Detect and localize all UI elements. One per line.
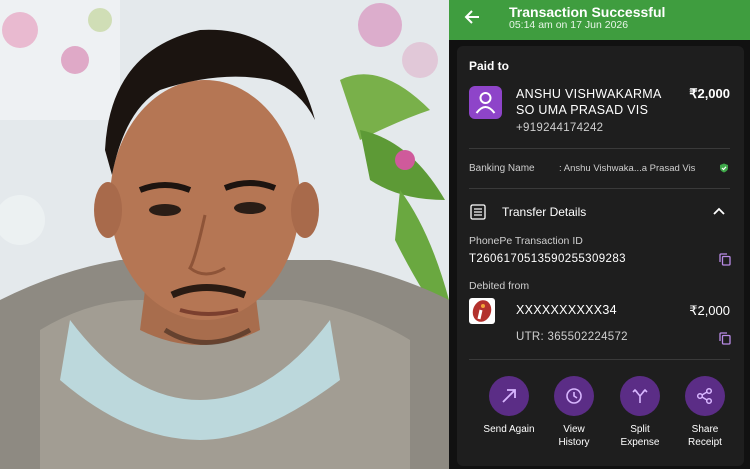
profile-photo [0, 0, 449, 469]
divider [469, 359, 730, 360]
send-again-button[interactable]: Send Again [477, 376, 541, 436]
transaction-id: T2606170513590255309283 [469, 253, 626, 265]
clock-icon [566, 388, 582, 404]
action-label-2: Receipt [688, 437, 722, 448]
back-arrow-icon[interactable] [463, 8, 481, 26]
transfer-details-toggle[interactable]: Transfer Details [502, 205, 586, 219]
verified-icon [720, 163, 728, 173]
copy-icon[interactable] [719, 332, 731, 345]
banking-name-value: : Anshu Vishwaka...a Prasad Vis [559, 163, 696, 174]
header-bar: Transaction Successful 05:14 am on 17 Ju… [449, 0, 750, 40]
payee-name: ANSHU VISHWAKARMA SO UMA PRASAD VIS [516, 86, 676, 118]
transaction-id-label: PhonePe Transaction ID [469, 235, 583, 247]
payee-amount: ₹2,000 [689, 86, 730, 101]
split-expense-button[interactable]: Split Expense [608, 376, 672, 449]
view-history-button[interactable]: View History [542, 376, 606, 449]
action-label: Share [691, 424, 719, 435]
bank-logo-icon [469, 298, 495, 324]
payee-avatar [469, 86, 502, 119]
action-label: Split [630, 424, 650, 435]
copy-icon[interactable] [719, 253, 731, 266]
send-arrow-icon [502, 389, 516, 403]
payee-name-line2: SO UMA PRASAD VIS [516, 103, 649, 117]
paid-to-label: Paid to [469, 59, 510, 73]
share-icon [696, 387, 713, 405]
action-label-2: Expense [620, 437, 660, 448]
banking-name-label: Banking Name [469, 163, 535, 174]
transaction-card: Paid to ANSHU VISHWAKARMA SO UMA PRASAD … [457, 46, 744, 466]
phonepe-receipt-screen: Transaction Successful 05:14 am on 17 Ju… [449, 0, 750, 469]
divider [469, 188, 730, 189]
payee-name-line1: ANSHU VISHWAKARMA [516, 87, 662, 101]
transaction-timestamp: 05:14 am on 17 Jun 2026 [509, 19, 629, 31]
user-icon [475, 92, 496, 114]
split-icon [632, 388, 648, 403]
action-row: Send Again View History Split Expense Sh… [457, 376, 744, 456]
debit-account: XXXXXXXXXX34 [516, 303, 617, 317]
divider [469, 148, 730, 149]
action-label: View [563, 424, 585, 435]
share-receipt-button[interactable]: Share Receipt [673, 376, 737, 449]
action-label-2: History [558, 437, 590, 448]
utr-number: UTR: 365502224572 [516, 331, 628, 343]
chevron-up-icon[interactable] [713, 206, 725, 216]
action-label: Send Again [483, 424, 535, 435]
page-title: Transaction Successful [509, 4, 666, 20]
payee-phone: +919244174242 [516, 122, 604, 134]
list-icon [470, 204, 486, 220]
debited-from-label: Debited from [469, 280, 530, 292]
debit-amount: ₹2,000 [689, 303, 730, 318]
